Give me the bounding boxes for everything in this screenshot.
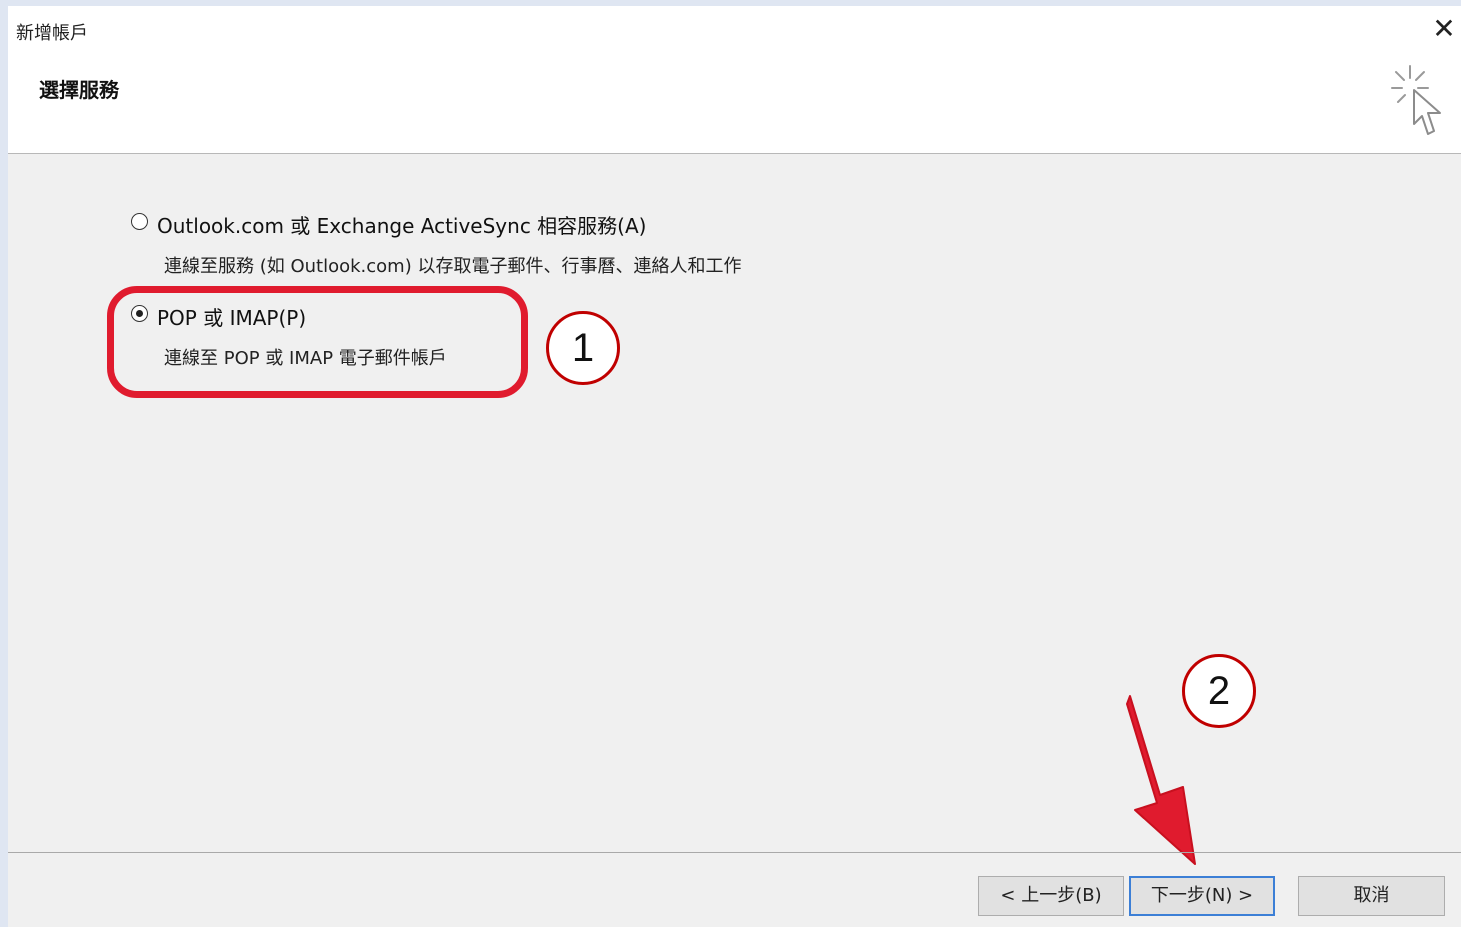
step-1-marker: 1	[546, 311, 620, 385]
add-account-dialog: 新增帳戶 ✕ 選擇服務 Outlook.com 或 Exchange Activ…	[8, 6, 1461, 927]
footer-divider	[8, 852, 1461, 853]
cancel-button[interactable]: 取消	[1298, 876, 1445, 916]
close-button[interactable]: ✕	[1427, 10, 1461, 48]
radio-outlook-exchange[interactable]	[131, 213, 148, 230]
dialog-header: 新增帳戶 ✕ 選擇服務	[8, 6, 1461, 154]
back-button[interactable]: < 上一步(B)	[978, 876, 1124, 916]
option-outlook-exchange-label[interactable]: Outlook.com 或 Exchange ActiveSync 相容服務(A…	[157, 210, 646, 239]
highlight-pop-imap	[107, 286, 528, 398]
red-arrow-icon	[1126, 695, 1196, 865]
next-button[interactable]: 下一步(N) >	[1129, 876, 1275, 916]
wizard-cursor-icon	[1391, 65, 1441, 135]
window-title: 新增帳戶	[16, 23, 88, 44]
option-outlook-exchange-description: 連線至服務 (如 Outlook.com) 以存取電子郵件、行事曆、連絡人和工作	[164, 256, 742, 277]
page-heading: 選擇服務	[39, 78, 119, 102]
